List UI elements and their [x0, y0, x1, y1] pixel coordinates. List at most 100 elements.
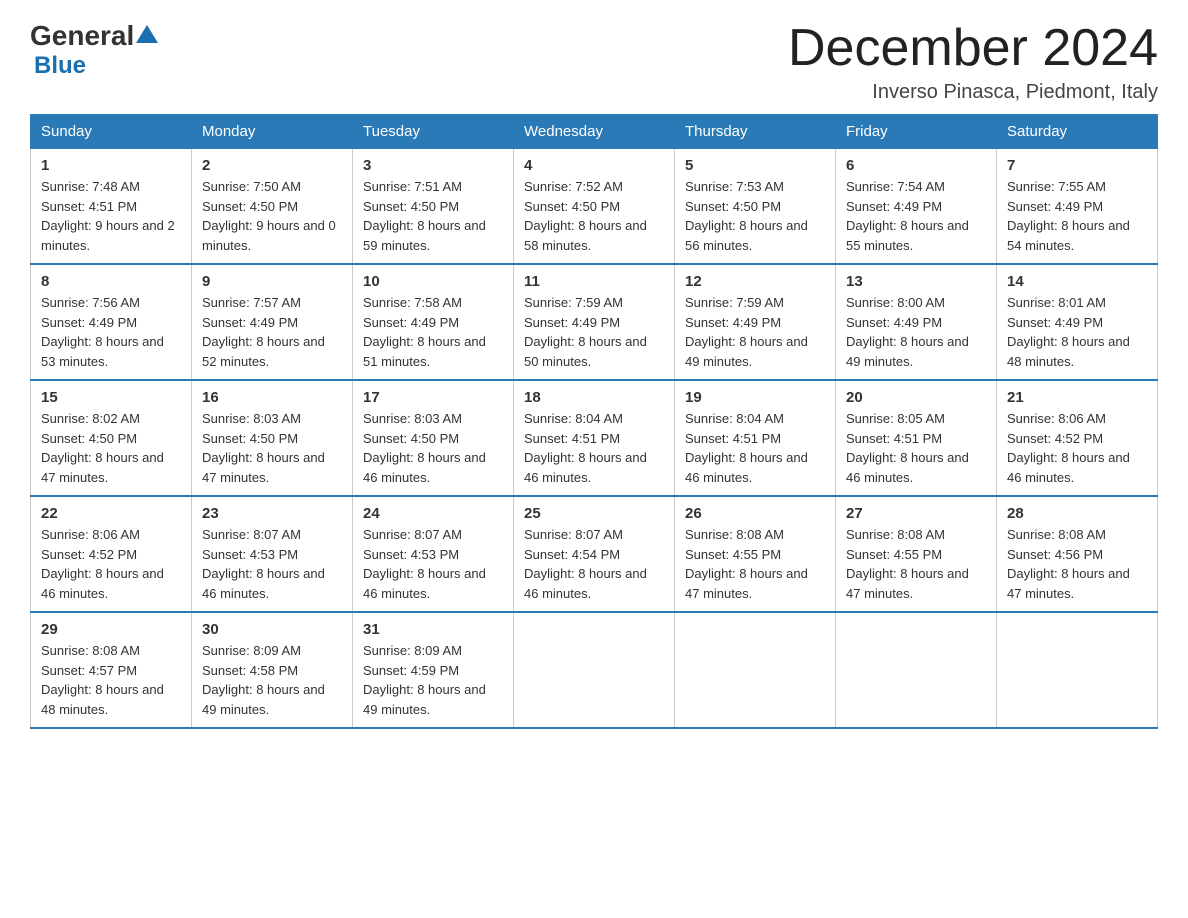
- daylight-label: Daylight: 8 hours and 46 minutes.: [41, 566, 164, 601]
- daylight-label: Daylight: 8 hours and 48 minutes.: [41, 682, 164, 717]
- sunset-label: Sunset: 4:52 PM: [1007, 431, 1103, 446]
- location-subtitle: Inverso Pinasca, Piedmont, Italy: [788, 81, 1158, 104]
- daylight-label: Daylight: 8 hours and 47 minutes.: [202, 450, 325, 485]
- calendar-day-cell: 9 Sunrise: 7:57 AM Sunset: 4:49 PM Dayli…: [192, 264, 353, 380]
- sunrise-label: Sunrise: 7:59 AM: [524, 295, 623, 310]
- daylight-label: Daylight: 8 hours and 53 minutes.: [41, 334, 164, 369]
- day-info: Sunrise: 8:08 AM Sunset: 4:55 PM Dayligh…: [846, 525, 986, 603]
- month-title: December 2024: [788, 20, 1158, 77]
- sunset-label: Sunset: 4:50 PM: [685, 199, 781, 214]
- sunset-label: Sunset: 4:49 PM: [846, 315, 942, 330]
- sunset-label: Sunset: 4:57 PM: [41, 663, 137, 678]
- day-info: Sunrise: 8:08 AM Sunset: 4:56 PM Dayligh…: [1007, 525, 1147, 603]
- daylight-label: Daylight: 8 hours and 49 minutes.: [846, 334, 969, 369]
- day-info: Sunrise: 8:06 AM Sunset: 4:52 PM Dayligh…: [41, 525, 181, 603]
- sunset-label: Sunset: 4:49 PM: [846, 199, 942, 214]
- col-tuesday: Tuesday: [353, 115, 514, 149]
- col-thursday: Thursday: [675, 115, 836, 149]
- day-number: 19: [685, 389, 825, 406]
- sunrise-label: Sunrise: 8:08 AM: [846, 527, 945, 542]
- daylight-label: Daylight: 9 hours and 2 minutes.: [41, 218, 175, 253]
- sunrise-label: Sunrise: 8:09 AM: [363, 643, 462, 658]
- daylight-label: Daylight: 8 hours and 47 minutes.: [846, 566, 969, 601]
- sunset-label: Sunset: 4:50 PM: [363, 199, 459, 214]
- daylight-label: Daylight: 8 hours and 46 minutes.: [685, 450, 808, 485]
- day-info: Sunrise: 7:48 AM Sunset: 4:51 PM Dayligh…: [41, 177, 181, 255]
- day-info: Sunrise: 8:06 AM Sunset: 4:52 PM Dayligh…: [1007, 409, 1147, 487]
- day-info: Sunrise: 7:54 AM Sunset: 4:49 PM Dayligh…: [846, 177, 986, 255]
- calendar-week-row: 29 Sunrise: 8:08 AM Sunset: 4:57 PM Dayl…: [31, 612, 1158, 728]
- sunrise-label: Sunrise: 7:58 AM: [363, 295, 462, 310]
- sunset-label: Sunset: 4:49 PM: [1007, 315, 1103, 330]
- sunset-label: Sunset: 4:53 PM: [202, 547, 298, 562]
- day-info: Sunrise: 8:07 AM Sunset: 4:53 PM Dayligh…: [202, 525, 342, 603]
- calendar-day-cell: 28 Sunrise: 8:08 AM Sunset: 4:56 PM Dayl…: [997, 496, 1158, 612]
- col-monday: Monday: [192, 115, 353, 149]
- sunrise-label: Sunrise: 7:57 AM: [202, 295, 301, 310]
- day-info: Sunrise: 7:53 AM Sunset: 4:50 PM Dayligh…: [685, 177, 825, 255]
- day-number: 22: [41, 505, 181, 522]
- calendar-week-row: 8 Sunrise: 7:56 AM Sunset: 4:49 PM Dayli…: [31, 264, 1158, 380]
- calendar-day-cell: 31 Sunrise: 8:09 AM Sunset: 4:59 PM Dayl…: [353, 612, 514, 728]
- sunrise-label: Sunrise: 8:01 AM: [1007, 295, 1106, 310]
- sunset-label: Sunset: 4:49 PM: [524, 315, 620, 330]
- sunrise-label: Sunrise: 7:50 AM: [202, 179, 301, 194]
- sunset-label: Sunset: 4:50 PM: [202, 199, 298, 214]
- sunset-label: Sunset: 4:51 PM: [41, 199, 137, 214]
- sunset-label: Sunset: 4:58 PM: [202, 663, 298, 678]
- sunset-label: Sunset: 4:49 PM: [685, 315, 781, 330]
- sunrise-label: Sunrise: 8:04 AM: [685, 411, 784, 426]
- day-number: 16: [202, 389, 342, 406]
- day-number: 3: [363, 157, 503, 174]
- sunset-label: Sunset: 4:49 PM: [363, 315, 459, 330]
- sunrise-label: Sunrise: 8:00 AM: [846, 295, 945, 310]
- daylight-label: Daylight: 9 hours and 0 minutes.: [202, 218, 336, 253]
- day-number: 18: [524, 389, 664, 406]
- sunrise-label: Sunrise: 7:48 AM: [41, 179, 140, 194]
- sunrise-label: Sunrise: 8:06 AM: [41, 527, 140, 542]
- daylight-label: Daylight: 8 hours and 56 minutes.: [685, 218, 808, 253]
- sunset-label: Sunset: 4:56 PM: [1007, 547, 1103, 562]
- day-number: 8: [41, 273, 181, 290]
- sunrise-label: Sunrise: 8:07 AM: [363, 527, 462, 542]
- col-sunday: Sunday: [31, 115, 192, 149]
- daylight-label: Daylight: 8 hours and 49 minutes.: [685, 334, 808, 369]
- sunset-label: Sunset: 4:50 PM: [202, 431, 298, 446]
- calendar-day-cell: [836, 612, 997, 728]
- day-number: 23: [202, 505, 342, 522]
- day-number: 24: [363, 505, 503, 522]
- calendar-day-cell: 12 Sunrise: 7:59 AM Sunset: 4:49 PM Dayl…: [675, 264, 836, 380]
- day-info: Sunrise: 8:04 AM Sunset: 4:51 PM Dayligh…: [524, 409, 664, 487]
- day-number: 12: [685, 273, 825, 290]
- calendar-week-row: 1 Sunrise: 7:48 AM Sunset: 4:51 PM Dayli…: [31, 149, 1158, 265]
- sunrise-label: Sunrise: 8:08 AM: [1007, 527, 1106, 542]
- day-number: 10: [363, 273, 503, 290]
- calendar-day-cell: 18 Sunrise: 8:04 AM Sunset: 4:51 PM Dayl…: [514, 380, 675, 496]
- logo-general-text: General: [30, 20, 134, 52]
- daylight-label: Daylight: 8 hours and 59 minutes.: [363, 218, 486, 253]
- day-info: Sunrise: 8:00 AM Sunset: 4:49 PM Dayligh…: [846, 293, 986, 371]
- calendar-day-cell: 4 Sunrise: 7:52 AM Sunset: 4:50 PM Dayli…: [514, 149, 675, 265]
- calendar-day-cell: 27 Sunrise: 8:08 AM Sunset: 4:55 PM Dayl…: [836, 496, 997, 612]
- sunset-label: Sunset: 4:51 PM: [524, 431, 620, 446]
- sunrise-label: Sunrise: 8:03 AM: [363, 411, 462, 426]
- day-number: 1: [41, 157, 181, 174]
- day-number: 28: [1007, 505, 1147, 522]
- daylight-label: Daylight: 8 hours and 47 minutes.: [1007, 566, 1130, 601]
- sunrise-label: Sunrise: 8:09 AM: [202, 643, 301, 658]
- day-number: 27: [846, 505, 986, 522]
- day-number: 20: [846, 389, 986, 406]
- calendar-day-cell: 24 Sunrise: 8:07 AM Sunset: 4:53 PM Dayl…: [353, 496, 514, 612]
- day-info: Sunrise: 7:57 AM Sunset: 4:49 PM Dayligh…: [202, 293, 342, 371]
- day-info: Sunrise: 8:01 AM Sunset: 4:49 PM Dayligh…: [1007, 293, 1147, 371]
- sunset-label: Sunset: 4:50 PM: [363, 431, 459, 446]
- sunrise-label: Sunrise: 8:07 AM: [202, 527, 301, 542]
- calendar-day-cell: 20 Sunrise: 8:05 AM Sunset: 4:51 PM Dayl…: [836, 380, 997, 496]
- day-info: Sunrise: 8:04 AM Sunset: 4:51 PM Dayligh…: [685, 409, 825, 487]
- calendar-day-cell: 15 Sunrise: 8:02 AM Sunset: 4:50 PM Dayl…: [31, 380, 192, 496]
- calendar-day-cell: 11 Sunrise: 7:59 AM Sunset: 4:49 PM Dayl…: [514, 264, 675, 380]
- day-number: 7: [1007, 157, 1147, 174]
- daylight-label: Daylight: 8 hours and 55 minutes.: [846, 218, 969, 253]
- sunrise-label: Sunrise: 7:51 AM: [363, 179, 462, 194]
- col-saturday: Saturday: [997, 115, 1158, 149]
